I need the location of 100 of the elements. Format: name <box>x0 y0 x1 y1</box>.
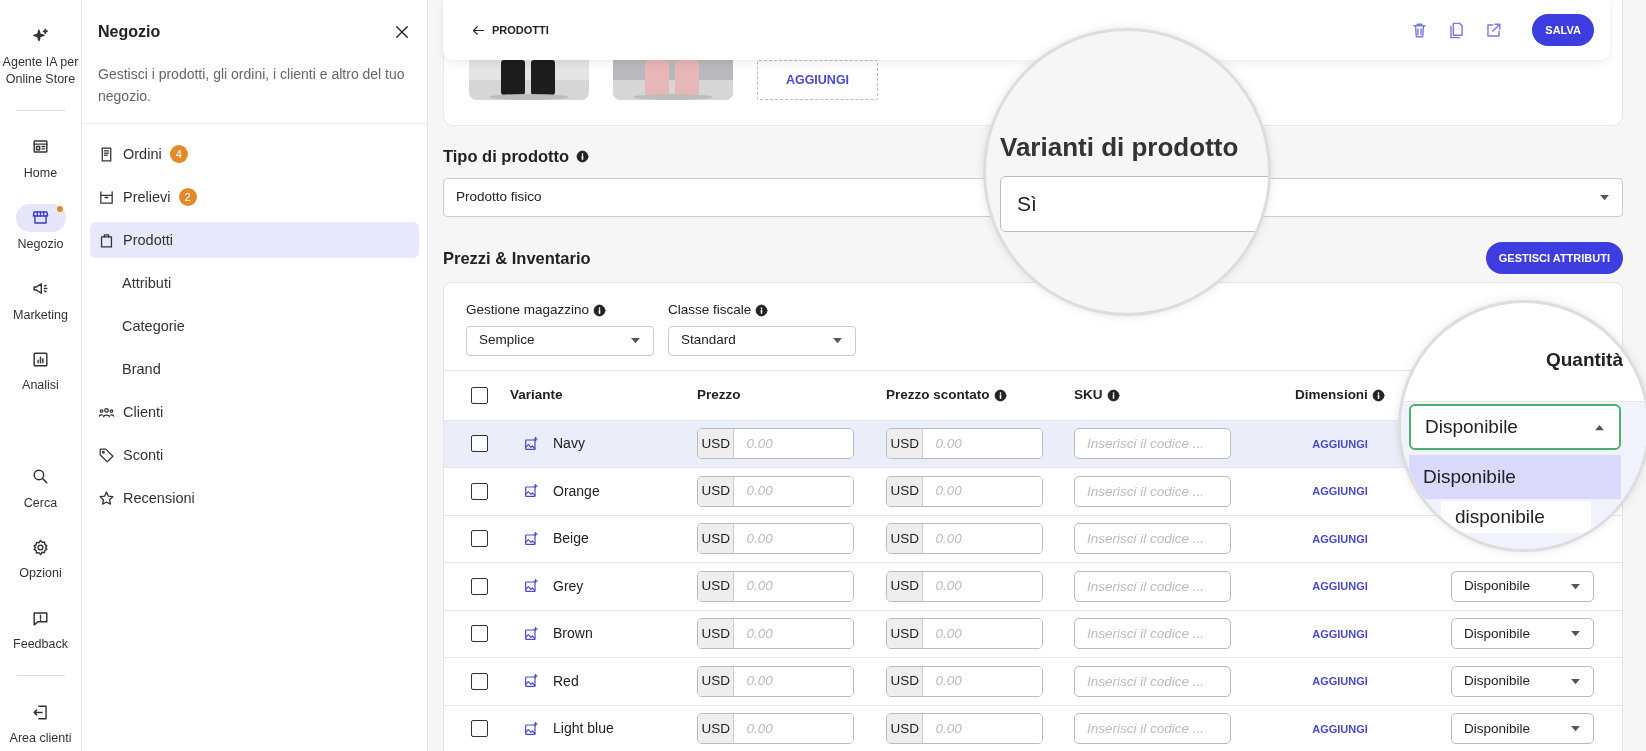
dropdown-select[interactable]: Semplice <box>466 325 654 356</box>
menu-item[interactable]: Sconti <box>90 437 419 474</box>
sale-price-field[interactable]: USD 0.00 <box>886 570 1043 602</box>
nav-item[interactable]: Cerca <box>1 462 80 512</box>
close-icon <box>393 23 411 41</box>
image-add-icon <box>523 435 539 452</box>
price-field[interactable]: USD 0.00 <box>697 428 854 460</box>
nav-item[interactable]: Feedback <box>1 604 80 654</box>
nav-item[interactable]: Analisi <box>1 345 80 395</box>
menu-item[interactable]: Clienti <box>90 394 419 431</box>
add-dimensions-button[interactable]: AGGIUNGI <box>1306 719 1374 738</box>
section-title: Varianti di prodotto <box>1000 131 1239 164</box>
availability-select[interactable]: Disponibile <box>1451 618 1594 650</box>
count-badge: 4 <box>169 145 188 164</box>
price-field[interactable]: USD 0.00 <box>697 570 854 602</box>
image-add-icon <box>523 673 539 690</box>
nav-item[interactable]: Marketing <box>1 274 80 324</box>
sku-field[interactable]: Inserisci il codice ... <box>1074 665 1231 697</box>
sku-field[interactable]: Inserisci il codice ... <box>1074 428 1231 460</box>
image-add-icon <box>523 530 539 547</box>
menu-item[interactable]: Ordini 4 <box>90 136 419 173</box>
row-checkbox[interactable] <box>471 435 488 453</box>
sale-price-field[interactable]: USD 0.00 <box>886 665 1043 697</box>
add-dimensions-button[interactable]: AGGIUNGI <box>1306 624 1374 643</box>
menu-item[interactable]: Brand <box>90 351 419 388</box>
sale-price-field[interactable]: USD 0.00 <box>886 428 1043 460</box>
image-add-icon <box>523 720 539 737</box>
sale-price-field[interactable]: USD 0.00 <box>886 618 1043 650</box>
section-title: Tipo di prodotto <box>443 146 570 167</box>
variant-name: Brown <box>553 624 593 644</box>
chart-icon <box>31 349 50 369</box>
nav-item[interactable]: Agente IA per Online Store <box>1 22 80 88</box>
add-dimensions-button[interactable]: AGGIUNGI <box>1306 482 1374 501</box>
add-dimensions-button[interactable]: AGGIUNGI <box>1306 529 1374 548</box>
menu-item[interactable]: Prelievi 2 <box>90 179 419 216</box>
row-checkbox[interactable] <box>471 530 488 548</box>
availability-select[interactable]: Disponibile <box>1451 665 1594 697</box>
sku-field[interactable]: Inserisci il codice ... <box>1074 475 1231 507</box>
price-field[interactable]: USD 0.00 <box>697 523 854 555</box>
row-checkbox[interactable] <box>471 672 488 690</box>
price-field[interactable]: USD 0.00 <box>697 665 854 697</box>
caret-down-icon <box>1570 582 1581 590</box>
column-header: SKU <box>1074 385 1103 404</box>
caret-up-icon <box>1594 423 1605 431</box>
dropdown-select[interactable]: Standard <box>668 325 856 356</box>
add-dimensions-button[interactable]: AGGIUNGI <box>1306 434 1374 453</box>
count-badge: 2 <box>178 188 197 207</box>
row-checkbox[interactable] <box>471 720 488 738</box>
dropdown-option[interactable]: Disponibile <box>1409 455 1621 499</box>
sale-price-field[interactable]: USD 0.00 <box>886 713 1043 745</box>
column-header: Variante <box>510 385 563 404</box>
caret-down-icon <box>1570 630 1581 638</box>
sale-price-field[interactable]: USD 0.00 <box>886 523 1043 555</box>
add-dimensions-button[interactable]: AGGIUNGI <box>1306 577 1374 596</box>
close-button[interactable] <box>393 23 411 41</box>
nav-item[interactable]: Home <box>1 132 80 182</box>
availability-select[interactable]: Disponibile <box>1409 404 1621 450</box>
manage-attributes-button[interactable]: GESTISCI ATTRIBUTI <box>1485 241 1623 275</box>
price-field[interactable]: USD 0.00 <box>697 713 854 745</box>
column-header: Dimensioni <box>1295 385 1368 404</box>
image-add-icon <box>523 483 539 500</box>
row-checkbox[interactable] <box>471 625 488 643</box>
variants-select[interactable]: Sì <box>1000 176 1268 232</box>
sku-field[interactable]: Inserisci il codice ... <box>1074 523 1231 555</box>
nav-item[interactable]: Opzioni <box>1 533 80 583</box>
menu-item[interactable]: Prodotti <box>90 222 419 259</box>
caret-down-icon <box>1570 725 1581 733</box>
panel-title: Negozio <box>98 22 161 42</box>
dropdown-option[interactable]: disponibile <box>1441 501 1591 533</box>
add-image-button[interactable]: AGGIUNGI <box>757 60 878 100</box>
save-button[interactable]: SALVA <box>1532 13 1594 47</box>
row-checkbox[interactable] <box>471 577 488 595</box>
tag-icon <box>98 446 115 464</box>
sale-price-field[interactable]: USD 0.00 <box>886 475 1043 507</box>
availability-select[interactable]: Disponibile <box>1451 570 1594 602</box>
search-icon <box>31 467 50 486</box>
back-button[interactable]: PRODOTTI <box>465 20 555 40</box>
add-dimensions-button[interactable]: AGGIUNGI <box>1306 672 1374 691</box>
select-all-checkbox[interactable] <box>471 386 488 404</box>
price-field[interactable]: USD 0.00 <box>697 618 854 650</box>
sku-field[interactable]: Inserisci il codice ... <box>1074 618 1231 650</box>
row-checkbox[interactable] <box>471 482 488 500</box>
price-field[interactable]: USD 0.00 <box>697 475 854 507</box>
sku-field[interactable]: Inserisci il codice ... <box>1074 570 1231 602</box>
menu-item[interactable]: Attributi <box>90 265 419 302</box>
nav-item[interactable]: Area clienti <box>1 698 80 747</box>
menu-item[interactable]: Recensioni <box>90 480 419 517</box>
column-header: Quantità <box>1545 348 1623 372</box>
caret-down-icon <box>630 337 641 344</box>
bag-icon <box>98 231 115 249</box>
external-link-icon <box>1484 20 1504 40</box>
availability-select[interactable]: Disponibile <box>1451 713 1594 745</box>
variant-name: Light blue <box>553 719 614 739</box>
section-title: Prezzi & Inventario <box>443 247 591 269</box>
nav-item[interactable]: Negozio <box>1 203 80 253</box>
menu-item[interactable]: Categorie <box>90 308 419 345</box>
panel-description: Gestisci i prodotti, gli ordini, i clienti e altro del tuo negozio. <box>98 65 406 106</box>
sku-field[interactable]: Inserisci il codice ... <box>1074 713 1231 745</box>
star-icon <box>98 489 115 507</box>
tray-icon <box>98 188 115 206</box>
